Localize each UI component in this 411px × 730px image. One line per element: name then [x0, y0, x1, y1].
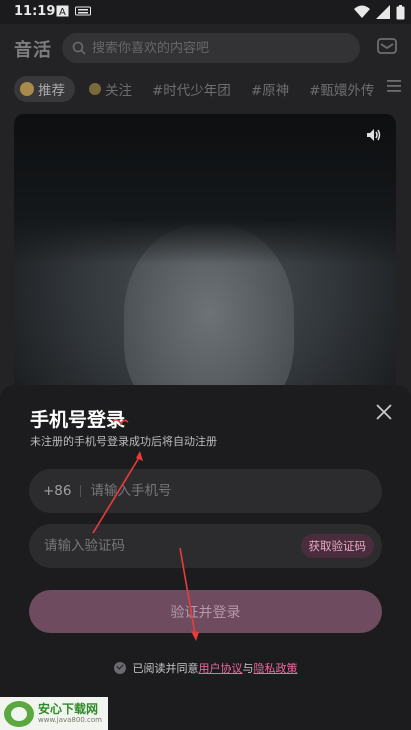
tab-label: #原神: [250, 83, 290, 99]
svg-text:A: A: [59, 7, 66, 17]
search-bar[interactable]: [62, 33, 360, 63]
recommend-icon: [20, 82, 34, 96]
sound-icon[interactable]: [366, 128, 382, 142]
agreement-text: 已阅读并同意: [132, 662, 199, 675]
watermark-logo-icon: [4, 700, 34, 727]
tab-label: 推荐: [38, 83, 65, 99]
phone-input[interactable]: [90, 483, 341, 499]
wifi-icon: [354, 5, 370, 18]
tab-label: #甄嬛外传: [309, 83, 375, 99]
video-thumbnail-hair: [14, 114, 396, 264]
tab-label: #时代少年团: [152, 83, 231, 99]
tab-recommend[interactable]: 推荐: [14, 76, 75, 102]
video-card[interactable]: [14, 114, 396, 404]
agreement-and-text: 与: [242, 662, 254, 675]
menu-icon[interactable]: [387, 80, 401, 92]
agreement-checkbox[interactable]: [113, 662, 126, 674]
keyboard-icon: [75, 6, 91, 16]
tab-follow[interactable]: 关注: [83, 76, 138, 102]
country-code[interactable]: +86: [43, 483, 72, 499]
login-sheet: 手机号登录 未注册的手机号登录成功后将自动注册 +86 获取验证码 验证并登录 …: [0, 385, 411, 730]
privacy-policy-link[interactable]: 隐私政策: [254, 660, 298, 676]
watermark-url: www.java800.com: [38, 716, 102, 724]
tab-label: 关注: [105, 83, 132, 99]
code-field[interactable]: 获取验证码: [29, 524, 382, 568]
get-code-button[interactable]: 获取验证码: [300, 534, 374, 558]
site-watermark: 安心下载网 www.java800.com: [0, 697, 108, 730]
app-logo: 音活: [14, 40, 52, 61]
close-icon[interactable]: [375, 403, 393, 421]
tab-topic-tfboys[interactable]: #时代少年团: [146, 76, 237, 102]
status-bar: 11:19 A: [0, 0, 411, 24]
battery-icon: [396, 4, 405, 19]
watermark-name: 安心下载网: [38, 702, 99, 716]
tab-topic-zhenhuan[interactable]: #甄嬛外传: [303, 76, 380, 102]
search-icon: [72, 41, 86, 55]
search-input[interactable]: [92, 40, 342, 56]
status-time: 11:19: [14, 4, 56, 19]
category-tabs: 推荐 关注 #时代少年团 #原神 #甄嬛外传: [14, 76, 411, 102]
follow-icon: [89, 83, 101, 95]
notification-a-icon: A: [56, 5, 69, 17]
phone-field[interactable]: +86: [29, 469, 382, 513]
cellular-signal-icon: [376, 5, 390, 19]
user-agreement-link[interactable]: 用户协议: [199, 660, 243, 676]
login-title: 手机号登录: [30, 409, 126, 431]
message-icon[interactable]: [377, 37, 397, 55]
app-header: 音活: [0, 30, 411, 64]
field-divider: [79, 485, 81, 497]
verify-login-button[interactable]: 验证并登录: [29, 590, 382, 633]
agreement-row: 已阅读并同意 用户协议 与 隐私政策: [0, 660, 411, 676]
tab-topic-genshin[interactable]: #原神: [245, 76, 295, 102]
verification-code-input[interactable]: [44, 538, 284, 554]
login-subtitle: 未注册的手机号登录成功后将自动注册: [30, 435, 217, 448]
